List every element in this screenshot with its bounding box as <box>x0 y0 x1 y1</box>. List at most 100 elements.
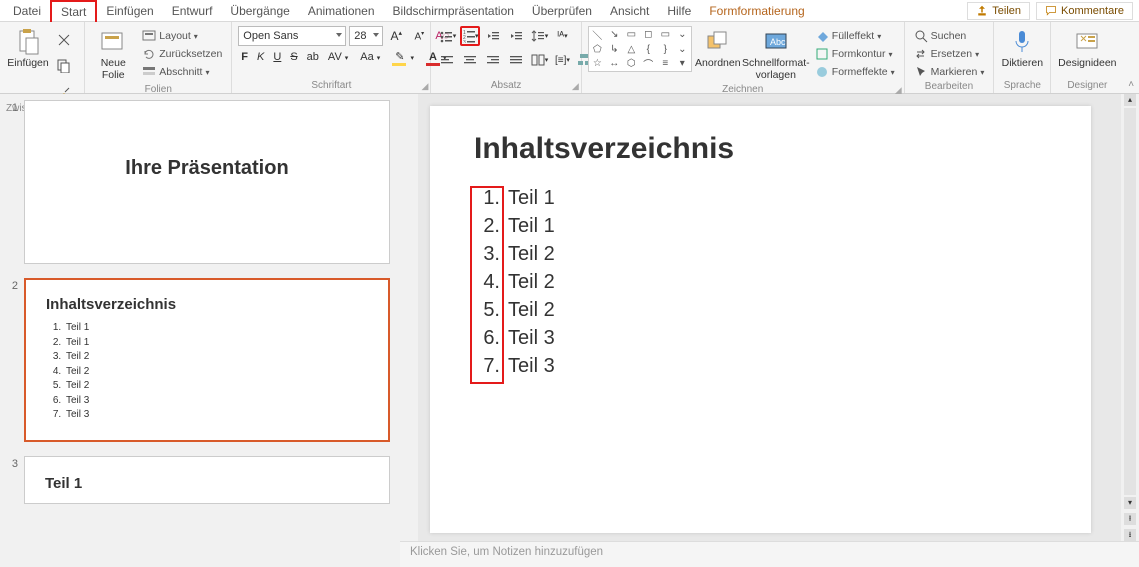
align-right-button[interactable] <box>483 50 503 70</box>
tab-start[interactable]: Start <box>50 0 97 22</box>
numbering-button[interactable]: 123▾ <box>460 26 480 46</box>
slide-title[interactable]: Inhaltsverzeichnis <box>474 132 1047 166</box>
text-direction-button[interactable]: ᴵᴬ▾ <box>552 26 572 46</box>
paste-button[interactable]: Einfügen <box>6 26 50 72</box>
justify-button[interactable] <box>506 50 526 70</box>
scroll-track[interactable] <box>1124 108 1136 495</box>
tab-insert[interactable]: Einfügen <box>97 1 162 21</box>
slide-canvas[interactable]: Inhaltsverzeichnis 1.Teil 1 2.Teil 1 3.T… <box>418 94 1121 541</box>
design-ideas-button[interactable]: Designideen <box>1057 26 1117 72</box>
toc-text: Teil 3 <box>502 324 555 352</box>
group-label-editing: Bearbeiten <box>925 81 973 92</box>
tab-help[interactable]: Hilfe <box>658 1 700 21</box>
effects-button[interactable]: Formeffekte ▾ <box>812 64 898 80</box>
layout-icon <box>142 29 156 43</box>
align-text-button[interactable]: [≡]▾ <box>552 50 572 70</box>
thumb-heading: Teil 1 <box>45 475 371 492</box>
new-slide-button[interactable]: Neue Folie <box>91 26 135 83</box>
slide-thumbnail-1[interactable]: Ihre Präsentation <box>24 100 390 264</box>
font-name-combo[interactable]: Open Sans <box>238 26 346 46</box>
scroll-down-button[interactable]: ▾ <box>1124 497 1136 509</box>
tab-file[interactable]: Datei <box>4 1 50 21</box>
shape-line-icon: ＼ <box>592 27 602 42</box>
quick-styles-icon: Abc <box>764 30 788 54</box>
group-designer: Designideen Designer <box>1051 22 1123 93</box>
layout-button[interactable]: Layout ▾ <box>139 28 225 44</box>
scroll-up-button[interactable]: ▴ <box>1124 94 1136 106</box>
share-button[interactable]: Teilen <box>967 2 1030 20</box>
thumb-heading: Inhaltsverzeichnis <box>46 296 370 313</box>
thumb-number: 2 <box>6 278 18 442</box>
font-dialog-launcher-icon[interactable]: ◢ <box>422 81 429 92</box>
arrange-button[interactable]: Anordnen <box>696 26 740 72</box>
toc-text: Teil 1 <box>502 184 555 212</box>
decrease-indent-button[interactable] <box>483 26 503 46</box>
toc-text: Teil 3 <box>502 352 555 380</box>
font-size-combo[interactable]: 28 <box>349 26 383 46</box>
find-button[interactable]: Suchen <box>911 28 988 44</box>
group-label-designer: Designer <box>1067 80 1107 91</box>
section-button[interactable]: Abschnitt ▾ <box>139 64 225 80</box>
cut-button[interactable] <box>54 30 74 50</box>
group-label-font: Schriftart <box>311 80 351 91</box>
tab-shape-format[interactable]: Formformatierung <box>700 1 813 21</box>
paragraph-dialog-launcher-icon[interactable]: ◢ <box>572 81 579 92</box>
strike-button[interactable]: S <box>287 51 300 63</box>
decrease-font-button[interactable]: A▾ <box>409 26 429 46</box>
copy-button[interactable] <box>54 56 74 76</box>
replace-icon <box>914 47 928 61</box>
prev-slide-button[interactable]: ⭱ <box>1124 513 1136 525</box>
scissors-icon <box>57 33 71 47</box>
workarea: 1 Ihre Präsentation 2 Inhaltsverzeichnis… <box>0 94 1139 567</box>
toc-list[interactable]: 1.Teil 1 2.Teil 1 3.Teil 2 4.Teil 2 5.Te… <box>474 184 1047 380</box>
tab-view[interactable]: Ansicht <box>601 1 658 21</box>
outline-button[interactable]: Formkontur ▾ <box>812 46 898 62</box>
increase-indent-button[interactable] <box>506 26 526 46</box>
editor-pane: Inhaltsverzeichnis 1.Teil 1 2.Teil 1 3.T… <box>400 94 1139 567</box>
char-spacing-button[interactable]: AV▾ <box>325 51 354 63</box>
underline-button[interactable]: U <box>270 51 284 63</box>
tab-design[interactable]: Entwurf <box>163 1 222 21</box>
copy-icon <box>57 59 71 73</box>
comments-button[interactable]: Kommentare <box>1036 2 1133 20</box>
bullets-button[interactable]: ▾ <box>437 26 457 46</box>
slide-thumbnail-2[interactable]: Inhaltsverzeichnis Teil 1 Teil 1 Teil 2 … <box>24 278 390 442</box>
vertical-scrollbar[interactable]: ▴ ▾ ⭱ ⭳ <box>1121 94 1139 541</box>
reset-button[interactable]: Zurücksetzen <box>139 46 225 62</box>
comment-icon <box>1045 5 1057 17</box>
fill-button[interactable]: Fülleffekt ▾ <box>812 28 898 44</box>
group-label-paragraph: Absatz <box>491 80 522 91</box>
quick-styles-button[interactable]: Abc Schnellformat- vorlagen <box>744 26 808 83</box>
select-button[interactable]: Markieren ▾ <box>911 64 988 80</box>
line-spacing-button[interactable]: ▾ <box>529 26 549 46</box>
collapse-ribbon-button[interactable]: ˄ <box>1128 79 1134 90</box>
slide[interactable]: Inhaltsverzeichnis 1.Teil 1 2.Teil 1 3.T… <box>430 106 1091 533</box>
tab-slideshow[interactable]: Bildschirmpräsentation <box>384 1 523 21</box>
thumb-title: Ihre Präsentation <box>43 157 371 180</box>
shapes-gallery[interactable]: ＼↘▭◻▭⌄ ⬠↳△{}⌄ ☆↔⬡⌒≡▾ <box>588 26 692 72</box>
slide-thumbnail-3[interactable]: Teil 1 <box>24 456 390 504</box>
tab-transitions[interactable]: Übergänge <box>221 1 298 21</box>
effects-icon <box>815 65 829 79</box>
shadow-button[interactable]: ab <box>304 51 322 63</box>
share-label: Teilen <box>992 5 1021 17</box>
align-left-button[interactable] <box>437 50 457 70</box>
tab-animations[interactable]: Animationen <box>299 1 384 21</box>
align-center-icon <box>463 53 477 67</box>
slide-thumbnail-panel[interactable]: 1 Ihre Präsentation 2 Inhaltsverzeichnis… <box>0 94 400 567</box>
dictate-button[interactable]: Diktieren <box>1000 26 1044 72</box>
change-case-button[interactable]: Aa▾ <box>357 51 386 63</box>
columns-button[interactable]: ▾ <box>529 50 549 70</box>
replace-button[interactable]: Ersetzen ▾ <box>911 46 988 62</box>
tab-review[interactable]: Überprüfen <box>523 1 601 21</box>
next-slide-button[interactable]: ⭳ <box>1124 529 1136 541</box>
notes-pane[interactable]: Klicken Sie, um Notizen hinzuzufügen <box>400 541 1139 567</box>
cursor-icon <box>914 65 928 79</box>
thumb-number: 1 <box>6 100 18 264</box>
italic-button[interactable]: K <box>254 51 267 63</box>
align-center-button[interactable] <box>460 50 480 70</box>
highlight-button[interactable]: ✎▾ <box>389 50 420 63</box>
bold-button[interactable]: F <box>238 51 251 63</box>
increase-font-button[interactable]: A▴ <box>386 26 406 46</box>
group-clipboard: Einfügen Zwischenablage◢ <box>0 22 85 93</box>
